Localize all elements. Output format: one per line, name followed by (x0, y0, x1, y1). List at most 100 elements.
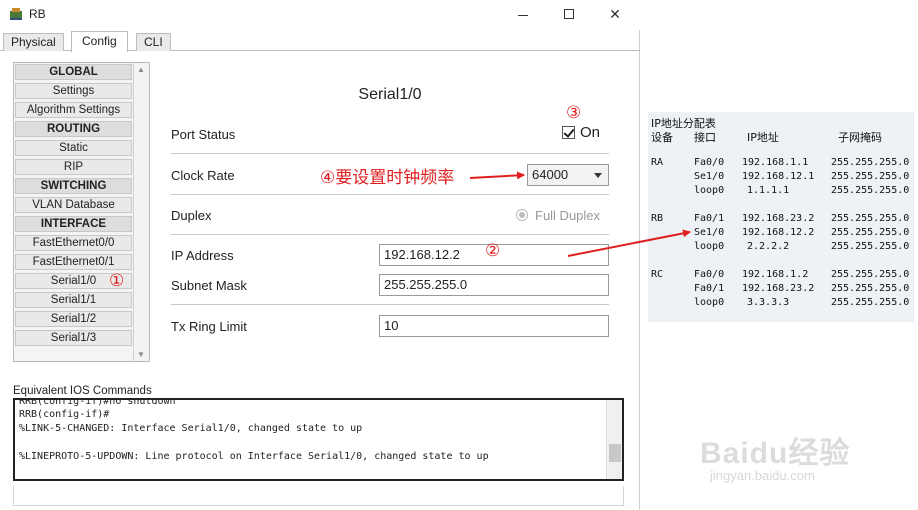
annotation-4: ④要设置时钟频率 (320, 168, 455, 188)
maximize-button[interactable] (546, 3, 592, 25)
console-line: RRB(config-if)# (19, 409, 110, 420)
nav-item-algorithm-settings[interactable]: Algorithm Settings (15, 102, 132, 118)
nav-item-fastethernet0-0[interactable]: FastEthernet0/0 (15, 235, 132, 251)
ip-cell-ip: 192.168.12.2 (742, 227, 815, 238)
full-duplex-radio[interactable] (516, 209, 528, 221)
router-app-icon (10, 8, 22, 20)
port-status-label: Port Status (171, 127, 236, 142)
tab-physical[interactable]: Physical (3, 33, 64, 51)
nav-item-static[interactable]: Static (15, 140, 132, 156)
ip-cell-ip: 192.168.1.2 (742, 269, 809, 280)
ip-cell-device: RC (651, 269, 664, 280)
nav-scrollbar[interactable]: ▲ ▼ (133, 63, 149, 361)
port-status-on-label: On (580, 124, 601, 141)
chevron-down-icon (594, 173, 602, 178)
ip-cell-mask: 255.255.255.0 (831, 157, 910, 168)
nav-item-fastethernet0-1[interactable]: FastEthernet0/1 (15, 254, 132, 270)
nav-item-serial1-1[interactable]: Serial1/1 (15, 292, 132, 308)
tx-ring-limit-field[interactable]: 10 (379, 315, 609, 337)
nav-item-rip[interactable]: RIP (15, 159, 132, 175)
port-status-checkbox[interactable] (562, 126, 575, 139)
ip-address-label: IP Address (171, 248, 234, 263)
bottom-panel (13, 486, 624, 506)
divider (171, 304, 609, 305)
nav-header-global: GLOBAL (15, 64, 132, 80)
minimize-icon (518, 14, 528, 16)
annotation-1: ① (109, 271, 125, 291)
subnet-mask-field[interactable]: 255.255.255.0 (379, 274, 609, 296)
subnet-mask-label: Subnet Mask (171, 278, 247, 293)
ip-cell-ip: 3.3.3.3 (747, 297, 790, 308)
ios-commands-label: Equivalent IOS Commands (13, 385, 152, 397)
divider (171, 194, 609, 195)
maximize-icon (564, 9, 574, 19)
ip-table-header: 设备 (651, 131, 673, 144)
scroll-down-icon[interactable]: ▼ (137, 350, 145, 359)
ip-cell-ip: 192.168.1.1 (742, 157, 809, 168)
nav-item-serial1-3[interactable]: Serial1/3 (15, 330, 132, 346)
console-line: %LINK-5-CHANGED: Interface Serial1/0, ch… (19, 423, 363, 434)
window-title: RB (29, 7, 46, 21)
ip-cell-interface: loop0 (694, 297, 725, 308)
nav-item-vlan-database[interactable]: VLAN Database (15, 197, 132, 213)
ip-cell-mask: 255.255.255.0 (831, 241, 910, 252)
watermark-logo-text: Baidu经验 (700, 437, 851, 470)
clock-rate-select[interactable]: 64000 (527, 164, 609, 186)
nav-header-switching: SWITCHING (15, 178, 132, 194)
ios-console[interactable]: RRB(config-if)#no shutdown RRB(config-if… (13, 398, 624, 481)
tx-ring-limit-label: Tx Ring Limit (171, 319, 247, 334)
ip-cell-device: RB (651, 213, 664, 224)
clock-rate-value: 64000 (532, 167, 569, 182)
nav-header-interface: INTERFACE (15, 216, 132, 232)
ip-cell-device: RA (651, 157, 664, 168)
ip-cell-mask: 255.255.255.0 (831, 213, 910, 224)
annotation-2: ② (485, 241, 501, 261)
console-scrollbar[interactable] (606, 400, 622, 479)
ip-cell-mask: 255.255.255.0 (831, 297, 910, 308)
console-scroll-thumb[interactable] (609, 444, 621, 462)
tab-bar: Physical Config CLI (0, 31, 640, 52)
tab-cli[interactable]: CLI (136, 33, 171, 51)
ip-cell-interface: Se1/0 (694, 227, 725, 238)
ip-cell-ip: 192.168.23.2 (742, 213, 815, 224)
title-bar: RB ✕ (0, 0, 640, 30)
ip-assignment-table: IP地址分配表 设备 接口 IP地址 子网掩码 RA Fa0/0 192.168… (648, 112, 914, 322)
nav-item-settings[interactable]: Settings (15, 83, 132, 99)
config-nav-list: GLOBAL Settings Algorithm Settings ROUTI… (13, 62, 150, 362)
ip-cell-interface: Fa0/1 (694, 213, 725, 224)
router-config-window: RB ✕ Physical Config CLI GLOBAL Settings… (0, 0, 640, 510)
console-line: RRB(config-if)#no shutdown (19, 398, 176, 407)
tab-config[interactable]: Config (71, 31, 128, 52)
ip-table-header: 接口 (694, 131, 716, 144)
ip-cell-interface: loop0 (694, 185, 725, 196)
ip-cell-ip: 2.2.2.2 (747, 241, 790, 252)
ip-cell-mask: 255.255.255.0 (831, 283, 910, 294)
close-icon: ✕ (609, 5, 621, 22)
ip-cell-mask: 255.255.255.0 (831, 269, 910, 280)
ip-table-header: 子网掩码 (838, 131, 882, 144)
minimize-button[interactable] (500, 3, 546, 25)
annotation-3: ③ (566, 103, 582, 123)
ip-table-header: IP地址 (747, 131, 779, 144)
ip-cell-interface: Se1/0 (694, 171, 725, 182)
ip-cell-mask: 255.255.255.0 (831, 171, 910, 182)
ip-cell-mask: 255.255.255.0 (831, 227, 910, 238)
ip-cell-ip: 192.168.23.2 (742, 283, 815, 294)
nav-item-serial1-2[interactable]: Serial1/2 (15, 311, 132, 327)
ip-cell-ip: 1.1.1.1 (747, 185, 790, 196)
ip-cell-interface: Fa0/0 (694, 269, 725, 280)
interface-title: Serial1/0 (358, 86, 422, 103)
divider (171, 153, 609, 154)
divider (171, 234, 609, 235)
scroll-up-icon[interactable]: ▲ (137, 65, 145, 74)
watermark-url: jingyan.baidu.com (710, 468, 815, 483)
ip-cell-interface: Fa0/1 (694, 283, 725, 294)
ip-cell-ip: 192.168.12.1 (742, 171, 815, 182)
close-button[interactable]: ✕ (592, 3, 638, 25)
nav-header-routing: ROUTING (15, 121, 132, 137)
baidu-watermark: Baidu经验 jingyan.baidu.com (700, 428, 851, 483)
ip-cell-interface: Fa0/0 (694, 157, 725, 168)
ip-cell-interface: loop0 (694, 241, 725, 252)
ip-cell-mask: 255.255.255.0 (831, 185, 910, 196)
console-line: %LINEPROTO-5-UPDOWN: Line protocol on In… (19, 451, 489, 462)
